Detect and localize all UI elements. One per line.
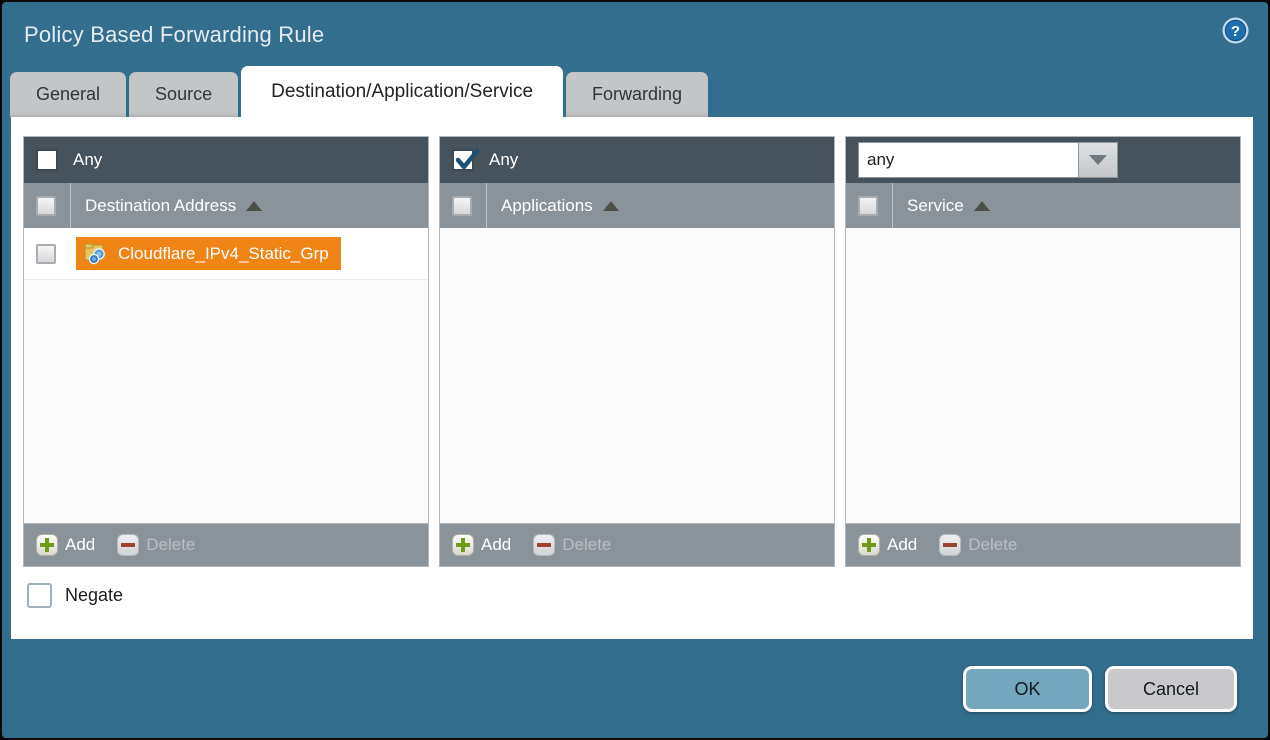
address-group-entry[interactable]: Cloudflare_IPv4_Static_Grp (76, 237, 341, 270)
service-any-bar (846, 137, 1240, 183)
address-group-name: Cloudflare_IPv4_Static_Grp (118, 244, 329, 264)
applications-column-header[interactable]: Applications (440, 183, 834, 228)
add-icon (858, 534, 880, 556)
header-separator (486, 183, 487, 228)
destination-column: Any Destination Address (23, 136, 429, 567)
titlebar: Policy Based Forwarding Rule ? (2, 2, 1268, 66)
destination-header-label: Destination Address (85, 196, 236, 216)
tab-source[interactable]: Source (129, 72, 238, 117)
applications-column: Any Applications Add Delete (439, 136, 835, 567)
service-column: Service Add Delete (845, 136, 1241, 567)
service-type-dropdown (858, 142, 1118, 178)
service-delete-button[interactable]: Delete (939, 534, 1017, 556)
service-footer: Add Delete (846, 523, 1240, 566)
applications-header-label: Applications (501, 196, 593, 216)
check-icon (454, 148, 480, 174)
sort-asc-icon (603, 201, 619, 211)
sort-asc-icon (974, 201, 990, 211)
header-separator (892, 183, 893, 228)
tab-destination-application-service[interactable]: Destination/Application/Service (241, 66, 563, 117)
dialog-buttons: OK Cancel (963, 666, 1237, 712)
applications-list (440, 228, 834, 523)
add-icon (36, 534, 58, 556)
destination-selectall-checkbox[interactable] (36, 196, 56, 216)
tab-general[interactable]: General (10, 72, 126, 117)
svg-text:?: ? (1231, 23, 1240, 40)
table-row: Cloudflare_IPv4_Static_Grp (24, 228, 428, 280)
delete-icon (533, 534, 555, 556)
destination-list: Cloudflare_IPv4_Static_Grp (24, 228, 428, 523)
service-selectall-checkbox[interactable] (858, 196, 878, 216)
add-icon (452, 534, 474, 556)
destination-add-button[interactable]: Add (36, 534, 95, 556)
destination-footer: Add Delete (24, 523, 428, 566)
applications-any-checkbox[interactable] (452, 149, 474, 171)
service-column-header[interactable]: Service (846, 183, 1240, 228)
tab-forwarding[interactable]: Forwarding (566, 72, 708, 117)
ok-button[interactable]: OK (963, 666, 1092, 712)
columns: Any Destination Address (23, 136, 1241, 567)
cancel-button[interactable]: Cancel (1105, 666, 1237, 712)
dropdown-button[interactable] (1078, 142, 1118, 178)
destination-any-bar: Any (24, 137, 428, 183)
negate-label: Negate (65, 585, 123, 606)
applications-selectall-checkbox[interactable] (452, 196, 472, 216)
chevron-down-icon (1089, 155, 1107, 165)
help-icon[interactable]: ? (1221, 16, 1250, 45)
delete-icon (117, 534, 139, 556)
negate-checkbox[interactable] (27, 583, 52, 608)
destination-column-header[interactable]: Destination Address (24, 183, 428, 228)
destination-any-checkbox[interactable] (36, 149, 58, 171)
service-header-label: Service (907, 196, 964, 216)
page-title: Policy Based Forwarding Rule (24, 22, 324, 47)
destination-any-label: Any (73, 150, 102, 170)
applications-any-label: Any (489, 150, 518, 170)
applications-any-bar: Any (440, 137, 834, 183)
service-list (846, 228, 1240, 523)
delete-icon (939, 534, 961, 556)
applications-delete-button[interactable]: Delete (533, 534, 611, 556)
pbf-rule-dialog: Policy Based Forwarding Rule ? General S… (0, 0, 1270, 740)
applications-footer: Add Delete (440, 523, 834, 566)
tab-content: Any Destination Address (11, 117, 1253, 639)
applications-add-button[interactable]: Add (452, 534, 511, 556)
header-separator (70, 183, 71, 228)
negate-row: Negate (23, 583, 1241, 608)
destination-delete-button[interactable]: Delete (117, 534, 195, 556)
sort-asc-icon (246, 201, 262, 211)
service-type-input[interactable] (858, 142, 1078, 178)
address-group-icon (84, 242, 110, 266)
service-add-button[interactable]: Add (858, 534, 917, 556)
row-checkbox[interactable] (36, 244, 56, 264)
tab-bar: General Source Destination/Application/S… (2, 66, 1268, 117)
